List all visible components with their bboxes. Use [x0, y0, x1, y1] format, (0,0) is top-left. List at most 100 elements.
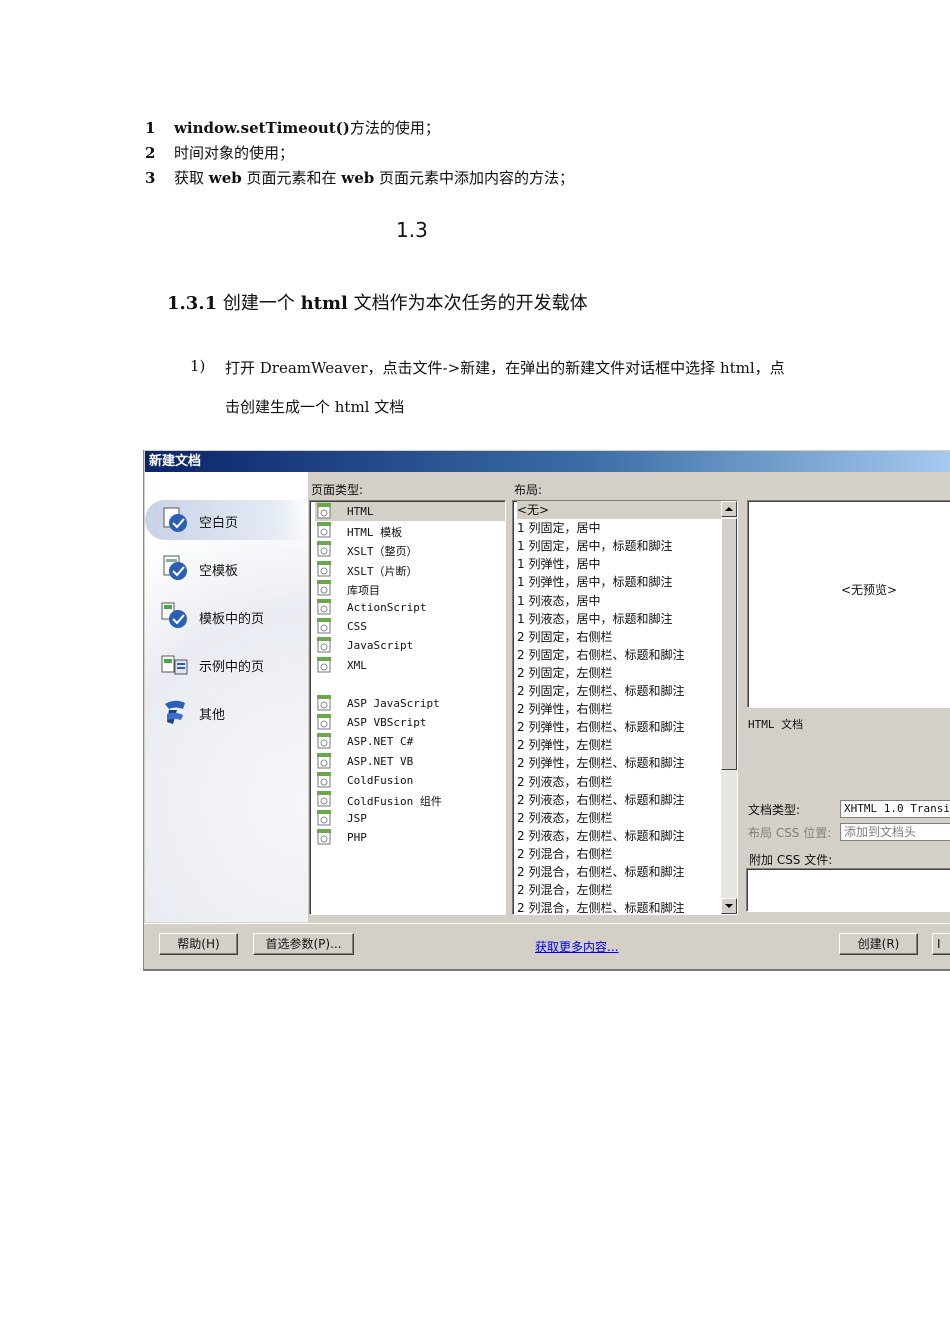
step-text-line2: 击创建生成一个 html 文档: [225, 398, 405, 416]
page-type-item[interactable]: PHP: [315, 828, 505, 847]
category-other[interactable]: 其他: [145, 692, 308, 732]
document-icon: [317, 599, 331, 615]
layout-item[interactable]: 2 列混合，右侧栏、标题和脚注: [517, 863, 727, 881]
page-type-item[interactable]: ASP VBScript: [315, 713, 505, 732]
layout-item[interactable]: 2 列弹性，左侧栏: [517, 736, 727, 754]
preview-text: <无预览>: [841, 583, 898, 597]
document-icon: [317, 541, 331, 557]
page-type-item[interactable]: ColdFusion: [315, 771, 505, 790]
page-type-item[interactable]: CSS: [315, 617, 505, 636]
layout-item[interactable]: 1 列固定，居中，标题和脚注: [517, 537, 727, 555]
page-type-item[interactable]: XSLT（整页）: [315, 540, 505, 559]
layout-item[interactable]: 1 列液态，居中，标题和脚注: [517, 610, 727, 628]
document-icon: [317, 829, 331, 845]
document-icon: [317, 503, 331, 519]
page-type-item[interactable]: XSLT（片断）: [315, 560, 505, 579]
page-type-item[interactable]: JSP: [315, 809, 505, 828]
category-blank-page[interactable]: 空白页: [145, 500, 308, 540]
page-type-list[interactable]: HTML HTML 模板 XSLT（整页） XSLT（片断） 库项目 ActionScri…: [309, 500, 506, 915]
css-position-select[interactable]: 添加到文档头: [840, 823, 950, 841]
layout-item[interactable]: 2 列混合，左侧栏: [517, 881, 727, 899]
arrow-down-icon: [725, 904, 733, 908]
document-icon: [317, 560, 331, 577]
document-icon: [317, 733, 331, 749]
layout-item[interactable]: 2 列固定，右侧栏: [517, 628, 727, 646]
cancel-button[interactable]: I: [932, 933, 950, 955]
page-type-item[interactable]: 库项目: [315, 579, 505, 598]
css-position-label: 布局 CSS 位置:: [748, 826, 832, 840]
document-icon: [317, 579, 331, 596]
layout-item[interactable]: <无>: [517, 501, 727, 519]
layout-header: 布局:: [514, 483, 543, 497]
list-item-1-code: window.setTimeout(): [174, 119, 350, 137]
section-heading: 1.3: [396, 218, 428, 242]
document-icon: [317, 637, 331, 653]
dialog-title: 新建文档: [145, 451, 950, 472]
layout-item[interactable]: 2 列液态，右侧栏: [517, 773, 727, 791]
page-type-item[interactable]: HTML: [315, 502, 505, 521]
help-button[interactable]: 帮助(H): [159, 933, 238, 955]
layout-item[interactable]: 2 列混合，左侧栏、标题和脚注: [517, 899, 727, 914]
layout-item[interactable]: 2 列弹性，右侧栏: [517, 700, 727, 718]
preview-box: <无预览>: [747, 500, 950, 708]
attach-css-list[interactable]: [746, 868, 950, 912]
layout-item[interactable]: 2 列液态，左侧栏: [517, 809, 727, 827]
preferences-button[interactable]: 首选参数(P)...: [253, 933, 354, 955]
page-type-item[interactable]: ASP.NET C#: [315, 732, 505, 751]
page-from-template-icon: [161, 602, 187, 628]
layout-item[interactable]: 1 列液态，居中: [517, 592, 727, 610]
page-type-item[interactable]: HTML 模板: [315, 521, 505, 540]
page-type-item[interactable]: ASP.NET VB: [315, 752, 505, 771]
new-document-dialog: 新建文档 空白页 空模板 模板中的页 示例中的页 其他 页面类型: 布局: HT…: [143, 450, 950, 971]
layout-item[interactable]: 1 列弹性，居中: [517, 555, 727, 573]
layout-item[interactable]: 2 列固定，左侧栏、标题和脚注: [517, 682, 727, 700]
doctype-select[interactable]: XHTML 1.0 Transit: [840, 800, 950, 818]
layout-item[interactable]: 2 列弹性，右侧栏、标题和脚注: [517, 718, 727, 736]
page-type-item[interactable]: ColdFusion 组件: [315, 790, 505, 809]
document-icon: [317, 695, 331, 711]
layout-list[interactable]: <无> 1 列固定，居中 1 列固定，居中，标题和脚注 1 列弹性，居中 1 列弹性，居…: [512, 500, 738, 915]
layout-item[interactable]: 1 列固定，居中: [517, 519, 727, 537]
layout-scrollbar[interactable]: [721, 501, 737, 914]
scroll-thumb[interactable]: [721, 518, 737, 770]
get-more-content-link[interactable]: 获取更多内容...: [535, 938, 618, 955]
layout-item[interactable]: 2 列弹性，左侧栏、标题和脚注: [517, 754, 727, 772]
page-type-header: 页面类型:: [311, 483, 364, 497]
layout-item[interactable]: 2 列固定，右侧栏、标题和脚注: [517, 646, 727, 664]
category-page-from-template[interactable]: 模板中的页: [145, 596, 308, 636]
document-icon: [317, 656, 331, 673]
document-icon: [317, 618, 331, 634]
page-type-item[interactable]: ASP JavaScript: [315, 694, 505, 713]
scroll-down-button[interactable]: [721, 898, 737, 914]
layout-item[interactable]: 2 列混合，右侧栏: [517, 845, 727, 863]
page-type-item[interactable]: ActionScript: [315, 598, 505, 617]
attach-css-label: 附加 CSS 文件:: [749, 853, 833, 867]
category-page-from-sample[interactable]: 示例中的页: [145, 644, 308, 684]
document-icon: [317, 771, 331, 788]
blank-page-icon: [163, 507, 187, 532]
document-icon: [317, 810, 331, 826]
subsection-heading: 1.3.1 创建一个 html 文档作为本次任务的开发载体: [167, 293, 588, 314]
list-item-2-text: 时间对象的使用；: [174, 144, 295, 162]
category-blank-template[interactable]: 空模板: [145, 548, 308, 588]
scroll-up-button[interactable]: [721, 501, 737, 517]
document-icon: [317, 714, 331, 730]
layout-item[interactable]: 2 列液态，左侧栏、标题和脚注: [517, 827, 727, 845]
create-button[interactable]: 创建(R): [839, 933, 918, 955]
document-icon: [317, 752, 331, 769]
layout-item[interactable]: 2 列液态，右侧栏、标题和脚注: [517, 791, 727, 809]
category-panel: 空白页 空模板 模板中的页 示例中的页 其他: [145, 472, 308, 922]
page-type-item[interactable]: XML: [315, 656, 505, 675]
document-icon: [317, 791, 331, 807]
arrow-up-icon: [725, 507, 733, 511]
footer-divider: [144, 923, 950, 924]
step-text-line1: 打开 DreamWeaver，点击文件->新建，在弹出的新建文件对话框中选择 h…: [225, 359, 785, 377]
other-icon: [165, 700, 185, 724]
page-type-item[interactable]: JavaScript: [315, 636, 505, 655]
step-marker: 1): [190, 357, 206, 375]
doctype-label: 文档类型:: [748, 803, 801, 817]
page-from-sample-icon: [161, 655, 188, 675]
layout-item[interactable]: 1 列弹性，居中，标题和脚注: [517, 573, 727, 591]
layout-item[interactable]: 2 列固定，左侧栏: [517, 664, 727, 682]
blank-template-icon: [163, 555, 187, 580]
